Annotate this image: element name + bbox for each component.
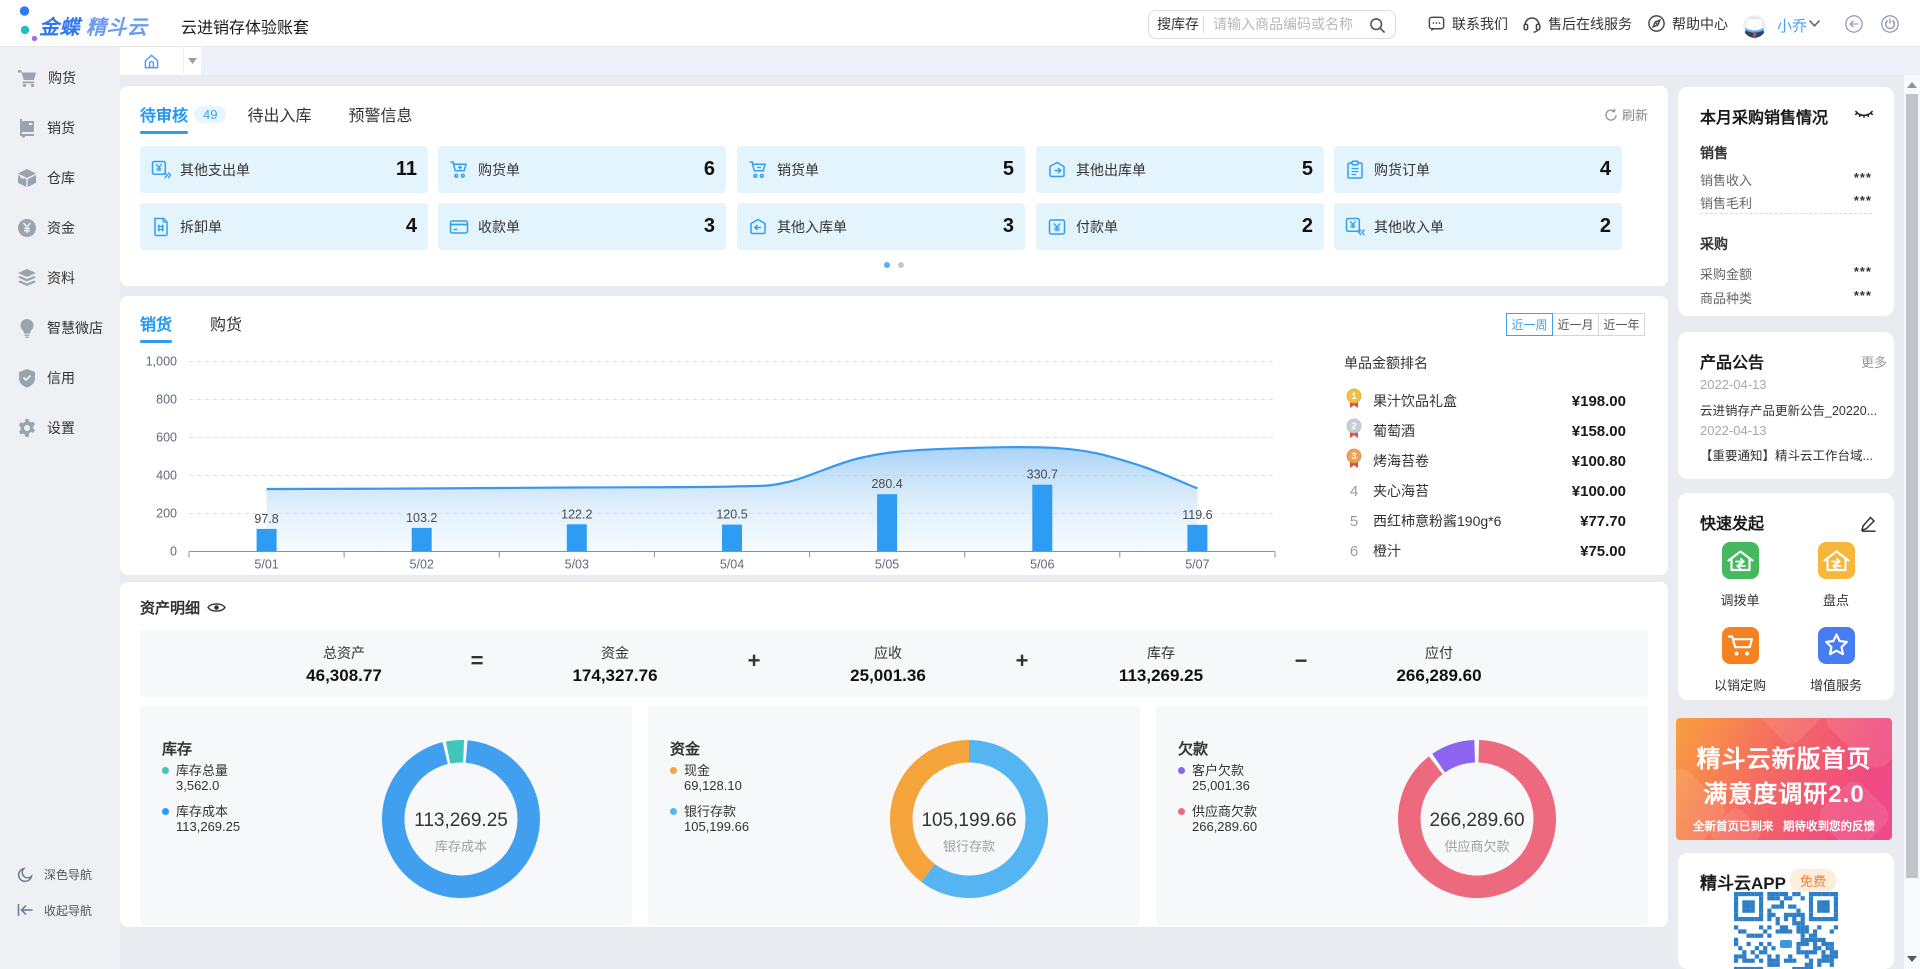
svg-text:5/04: 5/04 bbox=[720, 558, 744, 572]
svg-text:120.5: 120.5 bbox=[716, 508, 747, 522]
svg-text:122.2: 122.2 bbox=[561, 507, 592, 521]
svg-text:2: 2 bbox=[1351, 421, 1356, 431]
svg-text:600: 600 bbox=[156, 431, 177, 445]
svg-text:3: 3 bbox=[1351, 451, 1356, 461]
svg-text:119.6: 119.6 bbox=[1182, 508, 1212, 522]
svg-text:200: 200 bbox=[156, 507, 177, 521]
svg-text:5/03: 5/03 bbox=[565, 558, 589, 572]
svg-text:103.2: 103.2 bbox=[406, 511, 437, 525]
svg-text:97.8: 97.8 bbox=[254, 512, 278, 526]
svg-text:400: 400 bbox=[156, 469, 177, 483]
svg-text:5/01: 5/01 bbox=[254, 558, 278, 572]
svg-text:5/07: 5/07 bbox=[1185, 558, 1209, 572]
svg-text:330.7: 330.7 bbox=[1027, 468, 1058, 482]
svg-text:0: 0 bbox=[170, 545, 177, 559]
svg-text:1: 1 bbox=[1351, 391, 1356, 401]
svg-text:800: 800 bbox=[156, 393, 177, 407]
svg-text:5/02: 5/02 bbox=[410, 558, 434, 572]
svg-text:280.4: 280.4 bbox=[871, 477, 902, 491]
svg-text:1,000: 1,000 bbox=[146, 355, 177, 369]
svg-text:5/05: 5/05 bbox=[875, 558, 899, 572]
svg-text:5/06: 5/06 bbox=[1030, 558, 1054, 572]
